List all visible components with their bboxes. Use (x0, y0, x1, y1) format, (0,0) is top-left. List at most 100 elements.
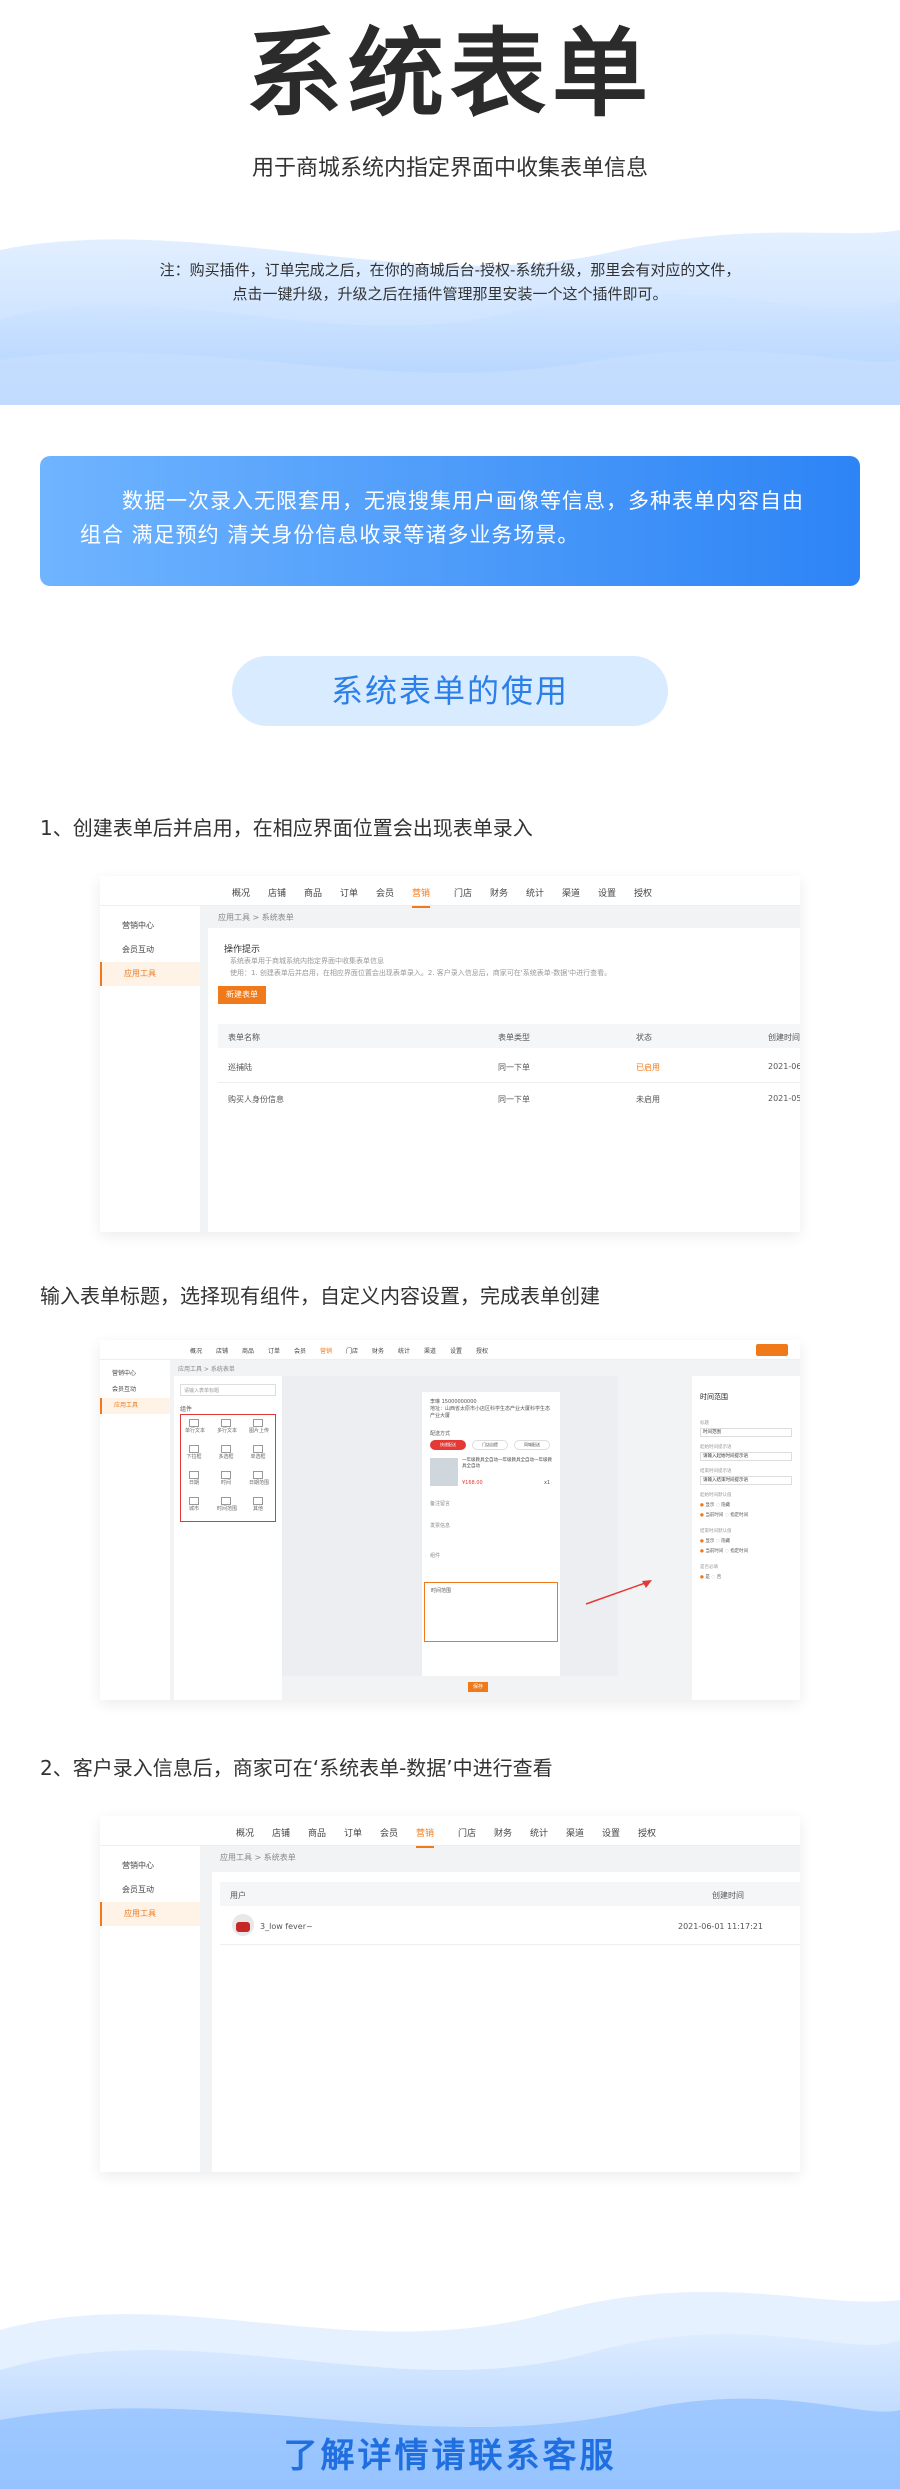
nav-item[interactable]: 门店 (346, 1346, 358, 1355)
form-field-label: 备注留言 (430, 1501, 451, 1507)
nav-item[interactable]: 授权 (476, 1346, 488, 1355)
component-item[interactable]: 单行文本 (185, 1419, 205, 1437)
screenshot-form-data: 概况 店铺 商品 订单 会员 营销 门店 财务 统计 渠道 设置 授权 营销中心… (100, 1816, 800, 2172)
table-cell: 2021-05- (768, 1094, 800, 1103)
component-item[interactable]: 日期范围 (249, 1471, 269, 1489)
radio-option[interactable]: ● 显示 ○ 隐藏 (700, 1502, 730, 1508)
component-item[interactable]: 图片上传 (249, 1419, 269, 1437)
component-group-label: 组件 (180, 1406, 193, 1413)
nav-item[interactable]: 门店 (458, 1826, 476, 1839)
nav-item[interactable]: 渠道 (562, 886, 580, 899)
nav-item[interactable]: 店铺 (268, 886, 286, 899)
nav-item-active[interactable]: 营销 (416, 1826, 435, 1848)
sidebar-item-member[interactable]: 会员互动 (100, 1382, 170, 1398)
property-label: 结束时间默认值 (700, 1529, 732, 1534)
nav-item[interactable]: 店铺 (216, 1346, 228, 1355)
nav-item[interactable]: 渠道 (566, 1826, 584, 1839)
component-item[interactable]: 下拉框 (185, 1445, 203, 1463)
sidebar-item-member[interactable]: 会员互动 (100, 1878, 200, 1902)
row-divider (220, 1944, 800, 1945)
contact-name: 李琳 15000000000 (430, 1399, 477, 1405)
property-label: 结束时间提示语 (700, 1469, 732, 1474)
form-field-label: 组件 (430, 1553, 441, 1559)
sidebar-item-marketing[interactable]: 营销中心 (100, 1854, 200, 1878)
nav-item[interactable]: 门店 (454, 886, 472, 899)
table-cell: 同一下单 (498, 1063, 530, 1072)
component-panel: 请输入表单标题 组件 单行文本 多行文本 图片上传 下拉框 多选框 单选框 日期… (174, 1376, 282, 1700)
component-item[interactable]: 城市 (185, 1497, 203, 1515)
column-header: 表单名称 (228, 1033, 260, 1042)
component-item[interactable]: 多行文本 (217, 1419, 237, 1437)
nav-item[interactable]: 商品 (304, 886, 322, 899)
nav-item[interactable]: 统计 (530, 1826, 548, 1839)
nav-item[interactable]: 授权 (634, 886, 652, 899)
delivery-label: 配送方式 (430, 1431, 451, 1437)
nav-item-active[interactable]: 营销 (412, 886, 431, 908)
nav-item[interactable]: 财务 (494, 1826, 512, 1839)
sidebar-item-tools[interactable]: 应用工具 (100, 962, 200, 986)
selected-field[interactable]: 时间范围 (424, 1582, 558, 1642)
breadcrumb: 应用工具 > 系统表单 (178, 1366, 235, 1373)
arrow-icon (585, 1580, 652, 1605)
form-title-input[interactable]: 请输入表单标题 (180, 1384, 276, 1396)
component-item[interactable]: 多选框 (217, 1445, 235, 1463)
save-button[interactable]: 保存 (468, 1682, 488, 1692)
radio-option[interactable]: ● 当前时间 ○ 指定时间 (700, 1548, 748, 1554)
nav-item[interactable]: 会员 (376, 886, 394, 899)
nav-item[interactable]: 统计 (398, 1346, 410, 1355)
nav-item[interactable]: 概况 (232, 886, 250, 899)
top-action-button[interactable] (756, 1344, 788, 1356)
sidebar-item-marketing[interactable]: 营销中心 (100, 914, 200, 938)
product-qty: x1 (544, 1480, 551, 1486)
delivery-option[interactable]: 门店自提 (472, 1440, 508, 1450)
contact-cta[interactable]: 了解详情请联系客服 (0, 2428, 900, 2477)
nav-item[interactable]: 财务 (490, 886, 508, 899)
nav-item[interactable]: 订单 (344, 1826, 362, 1839)
nav-item[interactable]: 店铺 (272, 1826, 290, 1839)
nav-item[interactable]: 商品 (242, 1346, 254, 1355)
property-input[interactable]: 请输入结束时间提示语 (700, 1476, 792, 1485)
form-list-panel: 操作提示 系统表单用于商城系统内指定界面中收集表单信息 使用：1. 创建表单后并… (208, 928, 800, 1232)
nav-item[interactable]: 设置 (598, 886, 616, 899)
step-2-text: 2、客户录入信息后，商家可在‘系统表单-数据’中进行查看 (40, 1756, 553, 1780)
new-form-button[interactable]: 新建表单 (218, 986, 266, 1004)
nav-item[interactable]: 会员 (294, 1346, 306, 1355)
nav-item-active[interactable]: 营销 (320, 1346, 332, 1355)
nav-item[interactable]: 商品 (308, 1826, 326, 1839)
radio-option[interactable]: ● 显示 ○ 隐藏 (700, 1538, 730, 1544)
nav-item[interactable]: 设置 (450, 1346, 462, 1355)
nav-item[interactable]: 设置 (602, 1826, 620, 1839)
component-item[interactable]: 其他 (249, 1497, 267, 1515)
radio-option[interactable]: ● 当前时间 ○ 指定时间 (700, 1512, 748, 1518)
nav-item[interactable]: 订单 (340, 886, 358, 899)
component-item[interactable]: 日期 (185, 1471, 203, 1489)
section-title: 系统表单的使用 (232, 656, 668, 726)
sidebar-item-member[interactable]: 会员互动 (100, 938, 200, 962)
nav-item[interactable]: 渠道 (424, 1346, 436, 1355)
nav-item[interactable]: 概况 (190, 1346, 202, 1355)
sidebar-item-tools[interactable]: 应用工具 (100, 1902, 200, 1926)
nav-item[interactable]: 财务 (372, 1346, 384, 1355)
delivery-option[interactable]: 快递配送 (430, 1440, 466, 1450)
delivery-option[interactable]: 同城配送 (514, 1440, 550, 1450)
status-badge: 已启用 (636, 1063, 660, 1072)
sidebar-item-marketing[interactable]: 营销中心 (100, 1366, 170, 1382)
preview-canvas: 李琳 15000000000 地址：山西省太原市小店区科学生态产业大厦科学生态产… (282, 1376, 652, 1676)
radio-option[interactable]: ● 是 ○ 否 (700, 1574, 721, 1580)
nav-item[interactable]: 会员 (380, 1826, 398, 1839)
nav-item[interactable]: 授权 (638, 1826, 656, 1839)
property-input[interactable]: 请输入起始时间提示语 (700, 1452, 792, 1461)
component-item[interactable]: 单选框 (249, 1445, 267, 1463)
component-item[interactable]: 时间 (217, 1471, 235, 1489)
nav-item[interactable]: 概况 (236, 1826, 254, 1839)
column-header: 状态 (636, 1033, 652, 1042)
property-input[interactable]: 时间范围 (700, 1428, 792, 1437)
contact-address: 地址：山西省太原市小店区科学生态产业大厦科学生态产业大厦 (430, 1406, 551, 1419)
nav-item[interactable]: 统计 (526, 886, 544, 899)
nav-item[interactable]: 订单 (268, 1346, 280, 1355)
hero-section: 系统表单 用于商城系统内指定界面中收集表单信息 注：购买插件，订单完成之后，在你… (0, 0, 900, 405)
status-badge: 未启用 (636, 1095, 660, 1104)
sidebar-item-tools[interactable]: 应用工具 (100, 1398, 170, 1414)
admin-sidebar: 营销中心 会员互动 应用工具 (100, 906, 200, 1232)
component-item[interactable]: 时间范围 (217, 1497, 237, 1515)
